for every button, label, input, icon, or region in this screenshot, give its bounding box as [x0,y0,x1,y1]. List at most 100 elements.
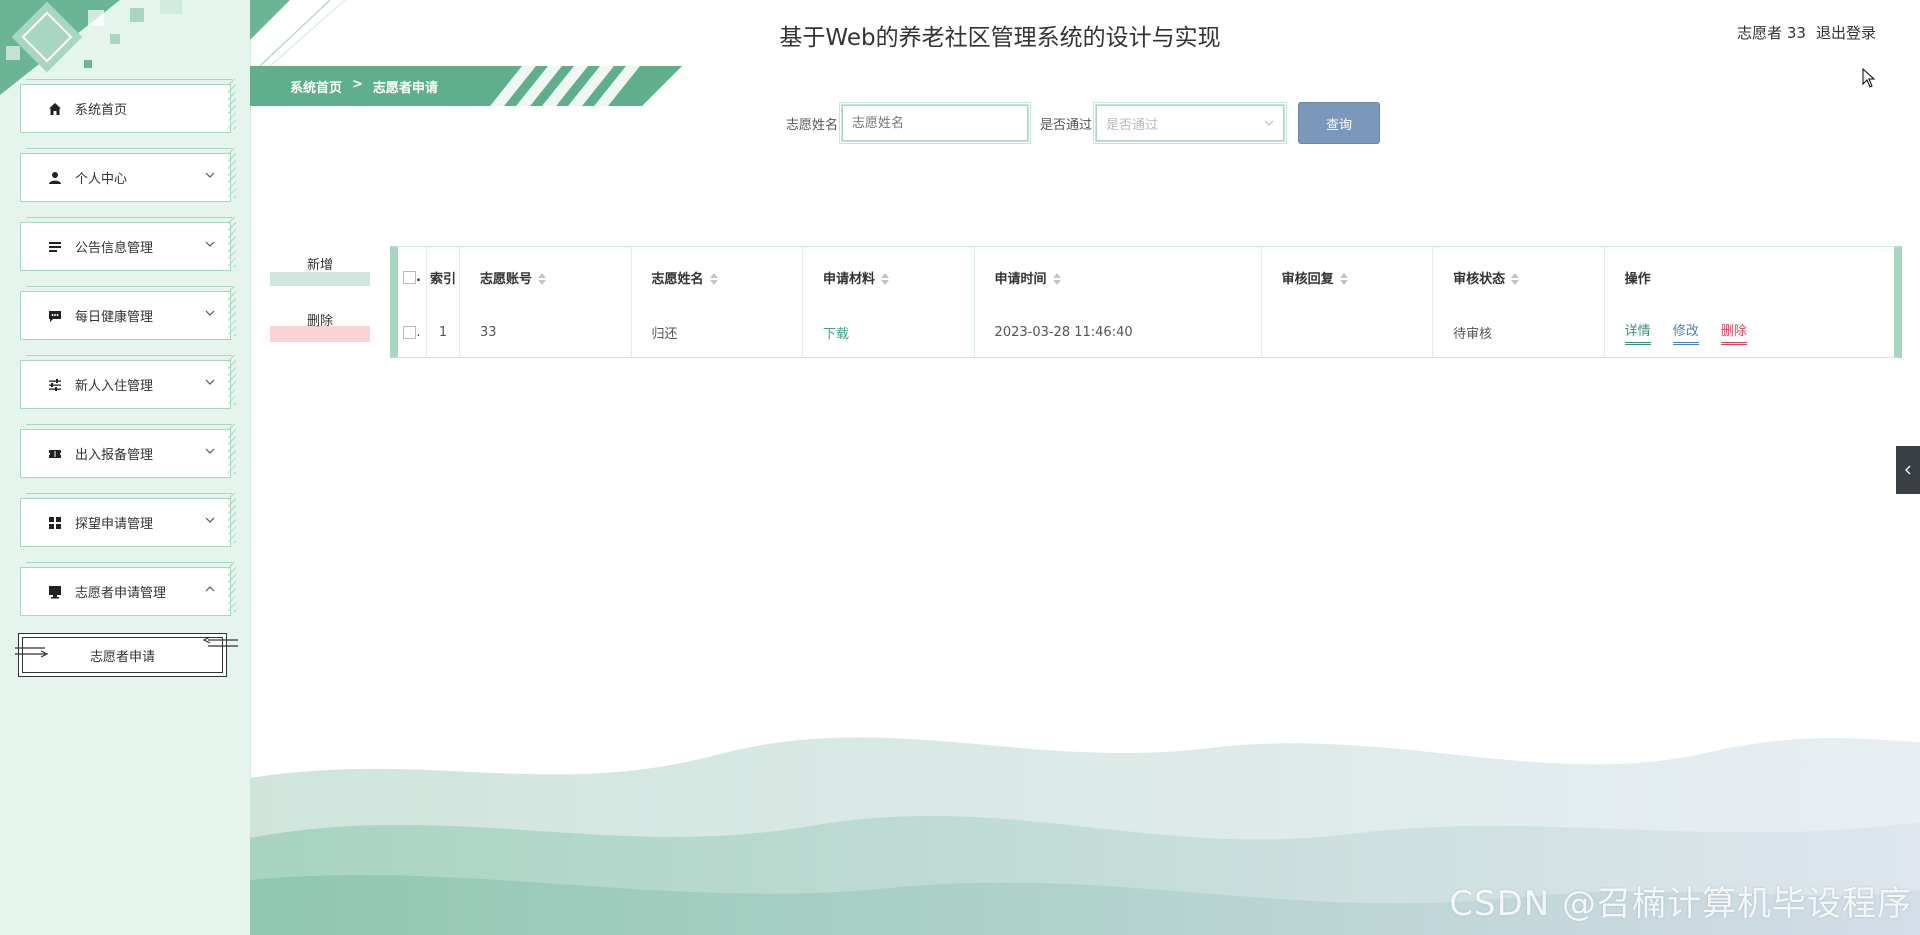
header-ops: 操作 [1624,271,1651,287]
volunteer-name-input[interactable] [839,102,1032,144]
header-status-label: 审核状态 [1453,271,1506,287]
sidebar-item-label: 每日健康管理 [75,310,154,325]
user-area: 志愿者 33 退出登录 [1737,22,1876,43]
sidebar-item-daily-health[interactable]: 每日健康管理 [20,286,236,340]
breadcrumb-bar: 系统首页 > 志愿者申请 [250,66,682,106]
cell-time: 2023-03-28 11:46:40 [974,307,1262,357]
sliders-icon [47,377,63,393]
menu-decoration [228,355,236,405]
header-material[interactable]: 申请材料 [802,247,975,307]
watermark: CSDN @召楠计算机毕设程序 [1449,884,1912,924]
sidebar-item-label: 新人入住管理 [75,379,154,394]
sidebar-item-new-resident[interactable]: 新人入住管理 [20,355,236,409]
list-icon [47,239,63,255]
breadcrumb-separator: > [352,77,363,92]
menu-decoration [228,217,236,267]
query-button[interactable]: 查询 [1298,102,1381,144]
sidebar-subitem-label: 志愿者申请 [89,649,155,665]
user-name: 志愿者 33 [1737,24,1806,42]
sidebar-item-label: 个人中心 [75,172,128,187]
person-icon [47,170,63,186]
cell-status: 待审核 [1432,307,1605,357]
logout-link[interactable]: 退出登录 [1816,22,1876,43]
pass-status-select[interactable]: 是否通过 [1093,102,1288,144]
home-icon [47,101,63,117]
arrow-left-icon [202,636,238,647]
sidebar-item-personal-center[interactable]: 个人中心 [20,148,236,202]
sidebar-item-volunteer-management[interactable]: 志愿者申请管理 [20,562,236,616]
menu-decoration [228,148,236,198]
sort-icon[interactable] [1511,273,1520,285]
chevron-up-icon [205,586,215,592]
cell-ops: 详情 修改 删除 [1604,307,1894,357]
header-decoration [250,0,346,66]
header-time[interactable]: 申请时间 [974,247,1262,307]
chevron-down-icon [205,310,215,316]
row-delete-button[interactable]: 删除 [1720,320,1747,345]
chat-icon [47,308,63,324]
sidebar-item-label: 系统首页 [75,103,128,118]
page-title: 基于Web的养老社区管理系统的设计与实现 [779,25,1221,51]
sidebar-subitem-volunteer-application[interactable]: 志愿者申请 [15,633,238,677]
arrow-right-icon [15,647,49,658]
sidebar-item-visit-application[interactable]: 探望申请管理 [20,493,236,547]
row-checkbox[interactable] [403,325,417,339]
row-select[interactable]: . [398,307,427,357]
volunteer-name-label: 志愿姓名 [786,117,839,133]
sidebar-item-notice-management[interactable]: 公告信息管理 [20,217,236,271]
chevron-down-icon [205,448,215,454]
header-select-all[interactable]: . [398,247,427,307]
header-status[interactable]: 审核状态 [1432,247,1605,307]
pass-status-placeholder: 是否通过 [1106,117,1159,133]
search-form: 志愿姓名 是否通过 是否通过 查询 [786,102,1381,144]
header-name[interactable]: 志愿姓名 [631,247,804,307]
menu-decoration [228,79,236,129]
sort-icon[interactable] [538,273,547,285]
data-table: . 索引 志愿账号 志愿姓名 申请材料 申请时间 审核回复 审核状态 操作 . … [390,246,1902,358]
mouse-cursor-icon [1862,68,1876,88]
table-header-row: . 索引 志愿账号 志愿姓名 申请材料 申请时间 审核回复 审核状态 操作 [398,247,1894,307]
chevron-down-icon [205,172,215,178]
sidebar-item-label: 公告信息管理 [75,241,154,256]
cell-reply [1261,307,1434,357]
sidebar-item-label: 探望申请管理 [75,517,154,532]
cell-index: 1 [426,307,460,357]
detail-button[interactable]: 详情 [1624,320,1651,345]
download-link[interactable]: 下载 [823,327,849,342]
sidebar: 系统首页 个人中心 公告信息管理 每日健康管理 新人入住管理 出入报备管理 探望… [0,0,251,935]
sidebar-item-in-out-report[interactable]: 出入报备管理 [20,424,236,478]
select-all-checkbox[interactable] [403,270,417,284]
menu-decoration [228,424,236,474]
header-reply[interactable]: 审核回复 [1261,247,1434,307]
pass-status-label: 是否通过 [1040,117,1093,133]
chevron-down-icon [205,517,215,523]
cell-name: 归还 [631,307,804,357]
menu-decoration [228,493,236,543]
delete-button[interactable]: 删除 [270,310,370,342]
ticket-icon [47,446,63,462]
table-row: . 1 33 归还 下载 2023-03-28 11:46:40 待审核 详情 … [398,307,1894,357]
panel-collapse-toggle[interactable] [1896,446,1920,494]
grid-icon [47,515,63,531]
sort-icon[interactable] [709,273,718,285]
sort-icon[interactable] [1339,273,1348,285]
header-account-label: 志愿账号 [480,271,533,287]
sidebar-menu: 系统首页 个人中心 公告信息管理 每日健康管理 新人入住管理 出入报备管理 探望… [20,79,236,636]
sort-icon[interactable] [1052,273,1061,285]
sidebar-item-label: 出入报备管理 [75,448,154,463]
header-name-label: 志愿姓名 [651,271,704,287]
add-button[interactable]: 新增 [270,254,370,286]
chevron-down-icon [1264,120,1274,126]
breadcrumb-home[interactable]: 系统首页 [290,77,342,96]
edit-button[interactable]: 修改 [1672,320,1699,345]
sidebar-item-home[interactable]: 系统首页 [20,79,236,133]
cell-account: 33 [459,307,632,357]
menu-decoration [228,286,236,336]
sort-icon[interactable] [881,273,890,285]
header-account[interactable]: 志愿账号 [459,247,632,307]
breadcrumb-current: 志愿者申请 [372,81,438,96]
header-material-label: 申请材料 [823,271,876,287]
monitor-icon [47,584,63,600]
header-reply-label: 审核回复 [1281,271,1334,287]
breadcrumb: 系统首页 > 志愿者申请 [290,77,438,96]
